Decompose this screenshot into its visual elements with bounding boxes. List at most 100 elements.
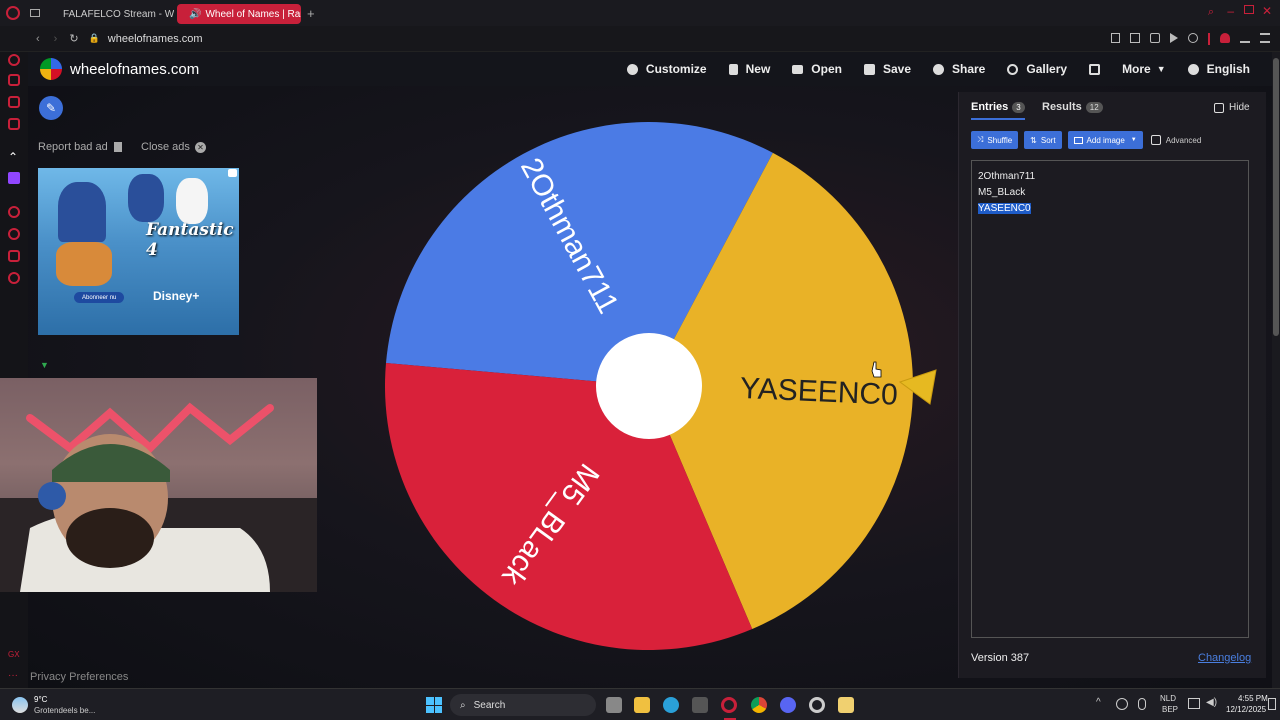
divider (1208, 33, 1210, 45)
add-image-button[interactable]: Add image ▼ (1067, 131, 1143, 149)
image-icon (1073, 136, 1083, 144)
wheelofnames-logo-icon[interactable] (40, 58, 62, 80)
wheel[interactable]: 2Othman711 YASEENC0 M5_BLack (380, 118, 940, 658)
new-button[interactable]: New (728, 62, 770, 76)
heart-icon[interactable] (1188, 33, 1198, 43)
minimize-button[interactable]: – (1227, 4, 1234, 18)
aria-icon[interactable] (8, 54, 20, 66)
taskbar-search[interactable]: ⌕ Search (450, 694, 596, 716)
settings-icon[interactable] (8, 272, 20, 284)
maximize-button[interactable] (1244, 5, 1254, 14)
store-icon[interactable] (692, 697, 708, 713)
reload-icon[interactable]: ↻ (69, 32, 78, 45)
brand-title[interactable]: wheelofnames.com (70, 61, 199, 78)
edge-icon[interactable] (663, 697, 679, 713)
new-tab-button[interactable]: + (307, 6, 315, 21)
tab-switcher-icon[interactable] (30, 9, 40, 17)
url-text[interactable]: wheelofnames.com (108, 33, 203, 45)
ad-cta-button[interactable]: Abonneer nu (74, 292, 125, 303)
opera-logo-icon[interactable] (6, 6, 20, 20)
network-icon[interactable] (1188, 698, 1200, 709)
share-button[interactable]: Share (933, 62, 985, 76)
weather-desc[interactable]: Grotendeels be... (34, 706, 95, 715)
file-explorer-icon[interactable] (634, 697, 650, 713)
customize-button[interactable]: Customize (626, 62, 707, 76)
entry-item: 2Othman711 (978, 171, 1036, 182)
crypto-wallet-icon[interactable] (8, 74, 20, 86)
report-label: Report bad ad (38, 141, 108, 153)
steam-icon[interactable] (809, 697, 825, 713)
notification-icon[interactable] (1268, 698, 1276, 710)
tab-falafelco[interactable]: FALAFELCO Stream - Wat (50, 4, 174, 24)
volume-icon[interactable]: ◀) (1206, 697, 1217, 708)
privacy-preferences-link[interactable]: Privacy Preferences (30, 671, 128, 683)
adchoices-icon[interactable] (228, 169, 237, 177)
windows-start-icon[interactable] (426, 697, 442, 713)
sort-button[interactable]: ⇅ Sort (1024, 131, 1062, 149)
browser-tab-bar: FALAFELCO Stream - Wat 🔊 Wheel of Names … (0, 0, 1280, 26)
edit-pencil-button[interactable]: ✎ (39, 96, 63, 120)
task-view-icon[interactable] (606, 697, 622, 713)
twitch-icon[interactable] (8, 172, 20, 184)
shuffle-button[interactable]: ⤨ Shuffle (971, 131, 1019, 149)
wheel-center[interactable] (596, 333, 702, 439)
changelog-link[interactable]: Changelog (1198, 652, 1251, 664)
close-ads-link[interactable]: Close ads ✕ (141, 141, 206, 153)
messenger-icon[interactable] (8, 96, 20, 108)
gx-icon[interactable]: GX (8, 650, 20, 659)
discord-icon[interactable] (780, 697, 796, 713)
weather-temp[interactable]: 9°C (34, 695, 47, 704)
player-icon[interactable] (1170, 33, 1178, 43)
show-hidden-icons[interactable]: ^ (1096, 697, 1101, 708)
page-scrollbar[interactable] (1272, 52, 1280, 688)
advanced-checkbox[interactable] (1150, 135, 1161, 145)
more-icon[interactable]: ··· (8, 670, 18, 681)
clock-date[interactable]: 12/12/2025 (1226, 705, 1266, 714)
forward-icon[interactable]: › (54, 33, 58, 45)
close-window-button[interactable]: ✕ (1262, 4, 1272, 18)
input-language[interactable]: NLD (1160, 694, 1176, 703)
open-button[interactable]: Open (792, 62, 842, 76)
close-icon: ✕ (194, 141, 206, 153)
music-icon[interactable] (8, 118, 20, 130)
report-bad-ad-link[interactable]: Report bad ad (38, 141, 122, 153)
gallery-button[interactable]: Gallery (1007, 62, 1067, 76)
bookmark-icon[interactable] (1111, 33, 1120, 43)
ad-banner[interactable]: Fantastic 4 Abonneer nu Disney+ (38, 168, 239, 335)
wheel-rotor: 2Othman711 YASEENC0 M5_BLack (384, 122, 913, 651)
weather-icon[interactable] (12, 697, 28, 713)
chrome-icon[interactable] (751, 697, 767, 713)
tab-entries[interactable]: Entries 3 (971, 101, 1025, 120)
windows-taskbar: 9°C Grotendeels be... ⌕ Search ^ NLD BEP… (0, 688, 1280, 720)
hide-toggle[interactable]: Hide (1214, 102, 1250, 113)
scrollbar-thumb[interactable] (1273, 58, 1279, 336)
language-button[interactable]: English (1187, 62, 1250, 76)
history-icon[interactable] (8, 228, 20, 240)
wheel-app-icon[interactable]: ⌃ (8, 150, 18, 164)
extensions-icon[interactable] (8, 250, 20, 262)
app-icon[interactable] (838, 697, 854, 713)
save-button[interactable]: Save (863, 62, 911, 76)
entries-textarea[interactable]: 2Othman711 M5_BLack YASEENC0 (971, 160, 1249, 638)
opera-gx-icon[interactable] (721, 697, 737, 713)
neon-light (26, 402, 274, 454)
profile-icon[interactable] (1220, 33, 1230, 43)
microphone-icon[interactable] (1138, 698, 1146, 710)
player-sidebar-icon[interactable] (8, 206, 20, 218)
advanced-toggle[interactable]: Advanced (1150, 135, 1201, 145)
back-icon[interactable]: ‹ (36, 33, 40, 45)
download-icon[interactable] (1240, 33, 1250, 43)
fullscreen-button[interactable] (1089, 63, 1101, 75)
sync-icon[interactable] (1116, 698, 1128, 710)
more-button[interactable]: More ▼ (1122, 62, 1166, 76)
tab-wheel-of-names[interactable]: 🔊 Wheel of Names | Ran (177, 4, 301, 24)
hide-checkbox[interactable] (1214, 102, 1224, 113)
snapshot-icon[interactable] (1130, 33, 1140, 43)
clock-time[interactable]: 4:55 PM (1238, 694, 1268, 703)
keyboard-layout[interactable]: BEP (1162, 705, 1178, 714)
button-label: Add image (1086, 135, 1125, 145)
search-tabs-icon[interactable]: ⌕ (1208, 6, 1214, 19)
tab-results[interactable]: Results 12 (1042, 101, 1103, 113)
menu-icon[interactable] (1260, 33, 1270, 43)
vpn-icon[interactable] (1150, 33, 1160, 43)
